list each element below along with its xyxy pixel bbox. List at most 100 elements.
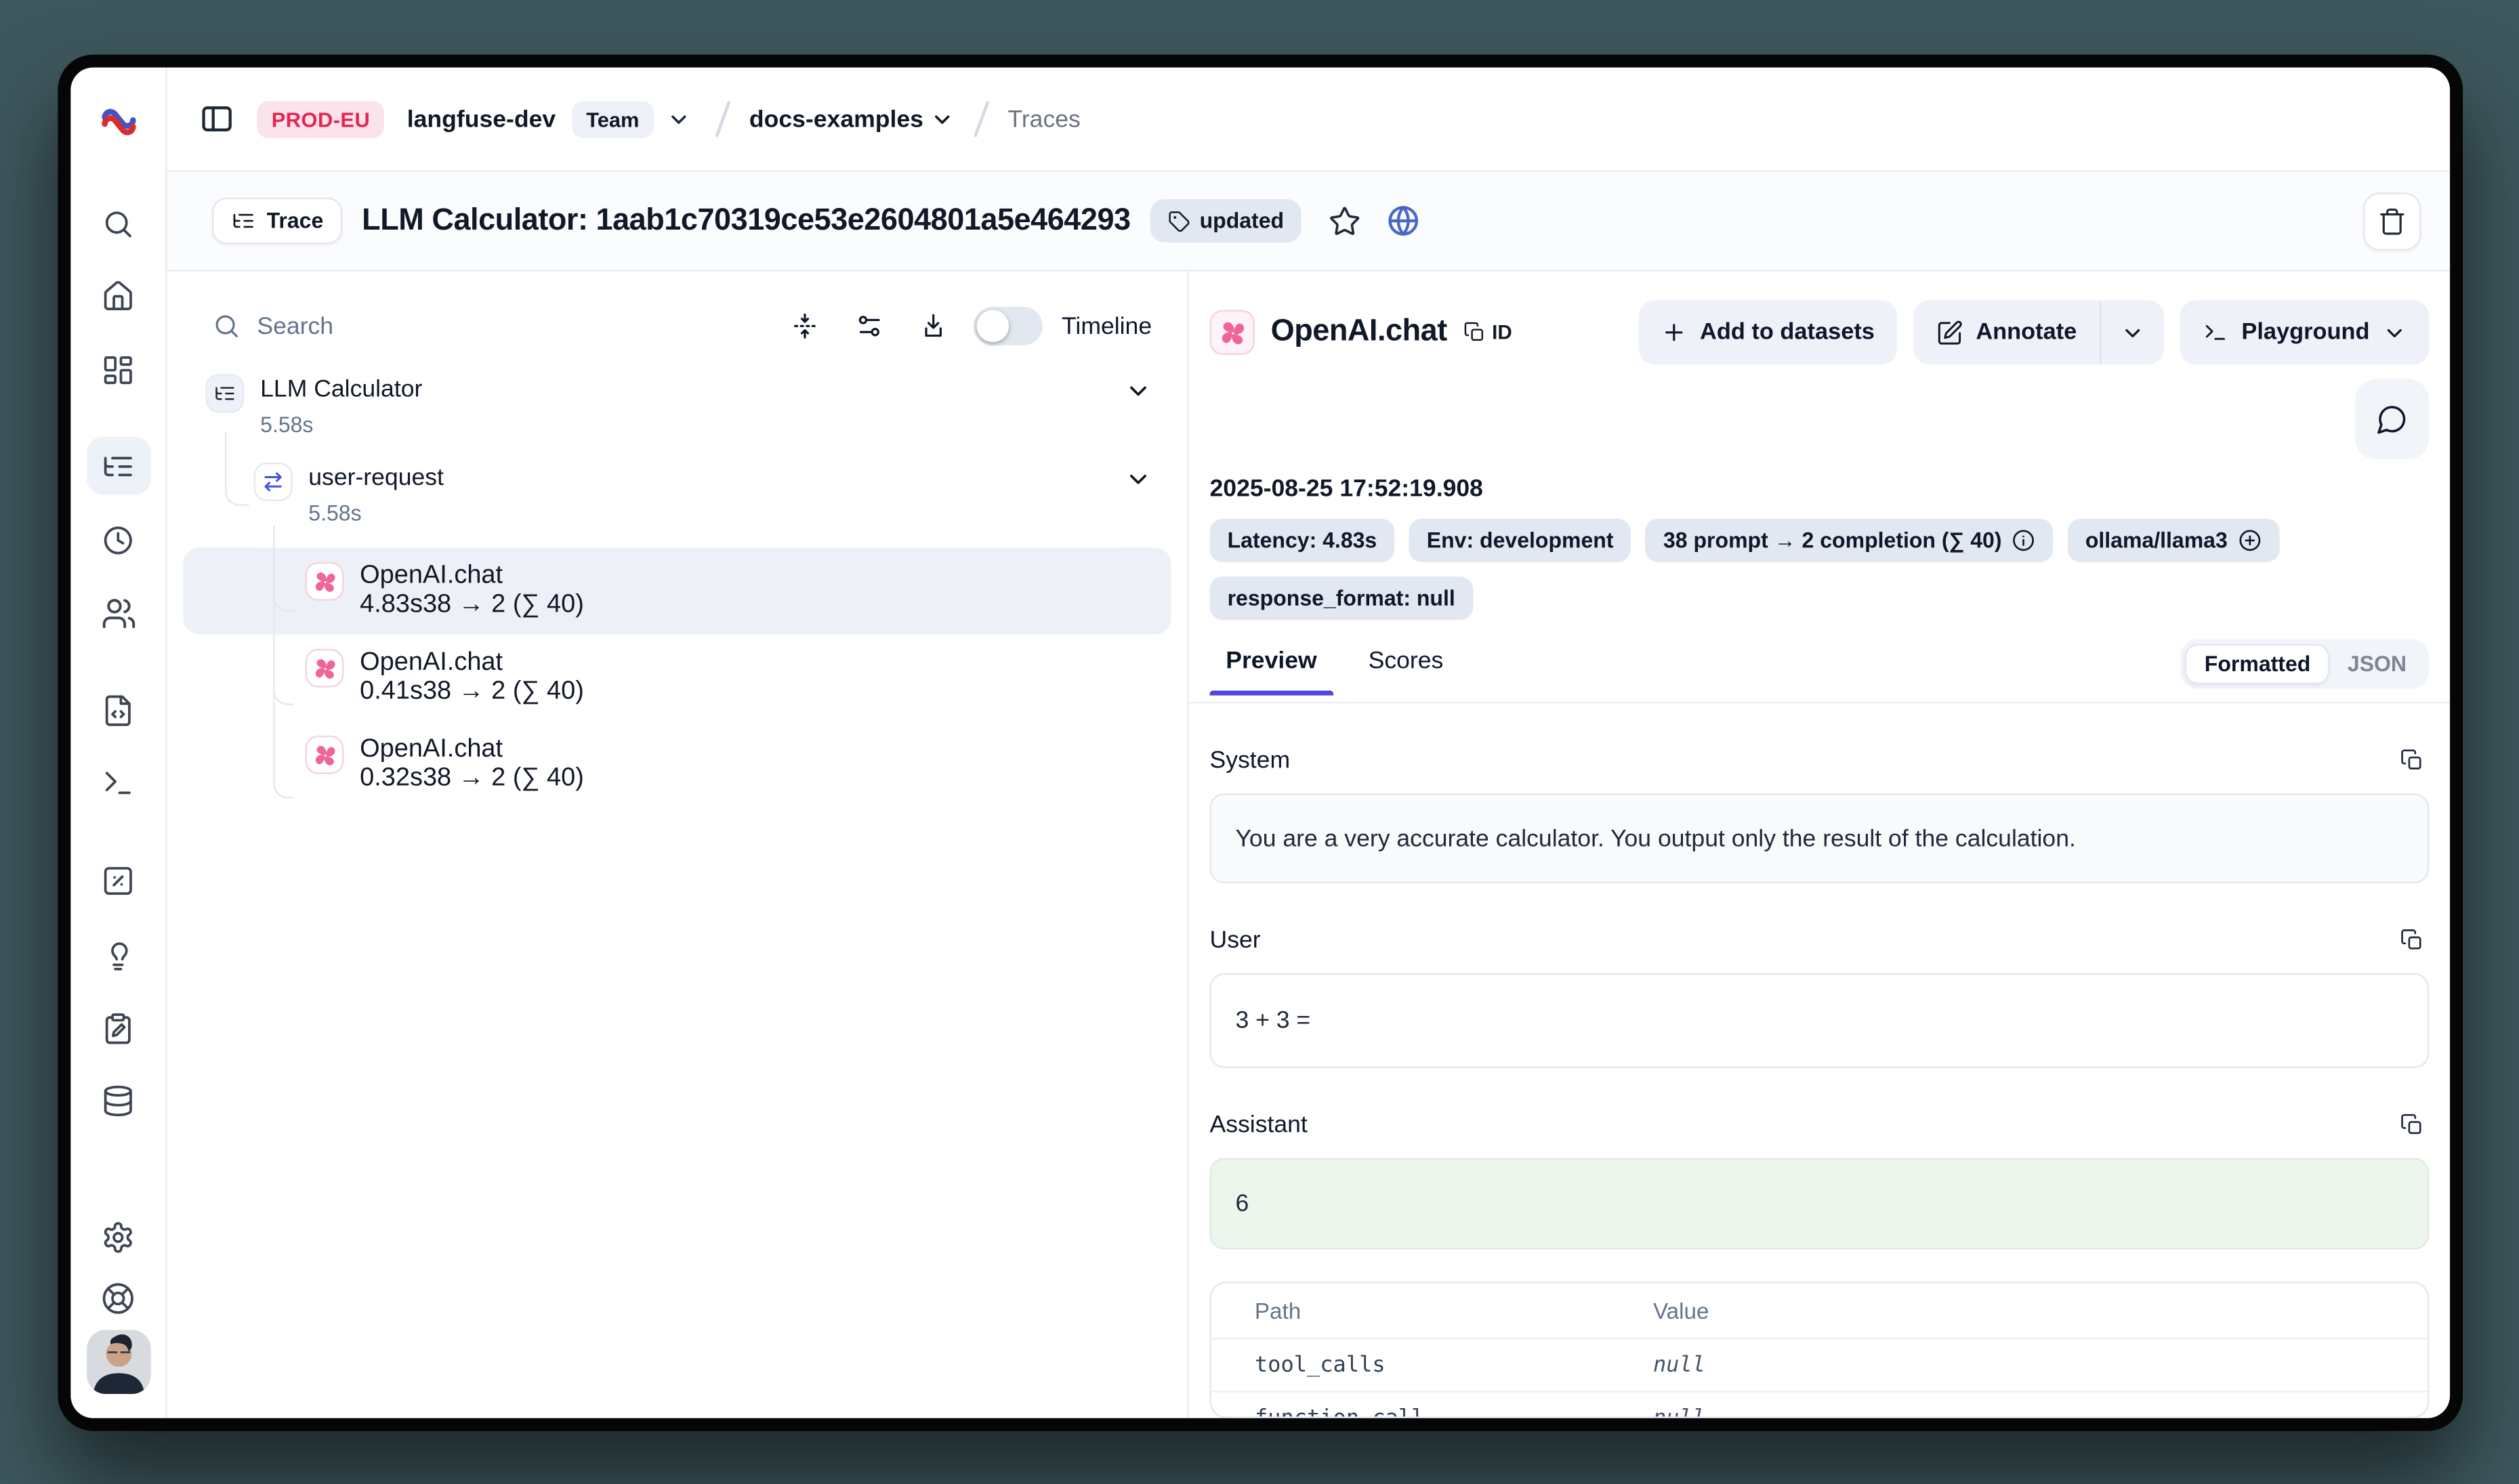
node-label: OpenAI.chat <box>360 562 584 591</box>
trace-node-icon <box>206 374 245 412</box>
main-column: PROD-EU langfuse-dev Team docs-examples … <box>167 68 2450 1418</box>
rail-home-icon[interactable] <box>86 267 150 324</box>
format-toggle-json[interactable]: JSON <box>2330 645 2424 683</box>
rail-support-icon[interactable] <box>86 1269 150 1326</box>
rail-annotation-icon[interactable] <box>86 999 150 1057</box>
system-heading: System <box>1210 746 1291 773</box>
node-tokens: 38 → 2 (∑ 40) <box>423 765 584 792</box>
add-to-datasets-button[interactable]: Add to datasets <box>1639 300 1897 364</box>
rail-evals-icon[interactable] <box>86 851 150 909</box>
screenshot-stage: PROD-EU langfuse-dev Team docs-examples … <box>0 0 2519 1484</box>
latency-badge: Latency: 4.83s <box>1210 519 1395 562</box>
tree-row-generation[interactable]: OpenAI.chat 0.32s38 → 2 (∑ 40) <box>183 721 1171 808</box>
rail-playground-icon[interactable] <box>86 753 150 811</box>
timeline-toggle-label: Timeline <box>1062 312 1152 339</box>
split-content: Timeline LLM Calculator 5.58s <box>167 272 2450 1418</box>
globe-icon[interactable] <box>1379 196 1427 245</box>
rail-prompts-icon[interactable] <box>86 681 150 738</box>
breadcrumb-divider <box>973 100 988 137</box>
rail-settings-icon[interactable] <box>86 1208 150 1265</box>
section-crumb[interactable]: Traces <box>1007 105 1080 132</box>
tree-row-root[interactable]: LLM Calculator 5.58s <box>206 374 1171 440</box>
collapse-chevron-icon[interactable] <box>1125 463 1152 493</box>
table-row: tool_calls null <box>1211 1340 2428 1391</box>
tabs-divider <box>1189 702 2450 703</box>
output-table-header: Path Value <box>1211 1284 2428 1340</box>
model-badge[interactable]: ollama/llama3 <box>2068 519 2279 562</box>
tab-preview[interactable]: Preview <box>1210 648 1333 694</box>
project-name: docs-examples <box>749 105 923 132</box>
copy-assistant-button[interactable] <box>2394 1107 2429 1142</box>
rail-search-icon[interactable] <box>86 194 150 252</box>
org-chevron-down-icon[interactable] <box>663 95 695 143</box>
tag-label: updated <box>1200 209 1284 233</box>
rail-insights-icon[interactable] <box>86 927 150 984</box>
tag-badge[interactable]: updated <box>1150 199 1302 242</box>
rail-dashboard-icon[interactable] <box>86 341 150 398</box>
view-settings-icon[interactable] <box>845 302 893 350</box>
tab-scores[interactable]: Scores <box>1352 648 1459 694</box>
project-crumb[interactable]: docs-examples <box>749 105 954 132</box>
format-toggle-formatted[interactable]: Formatted <box>2185 644 2329 684</box>
breadcrumb: PROD-EU langfuse-dev Team docs-examples … <box>167 68 2450 172</box>
tree-row-span[interactable]: user-request 5.58s <box>254 463 1171 528</box>
environment-badge[interactable]: PROD-EU <box>257 100 384 137</box>
project-chevron-down-icon <box>930 107 954 131</box>
rail-sessions-icon[interactable] <box>86 511 150 568</box>
row-value: null <box>1653 1405 2428 1418</box>
comment-row <box>1210 379 2430 460</box>
token-usage-label: 38 prompt → 2 completion (∑ 40) <box>1663 528 2002 553</box>
assistant-message-section: Assistant 6 <box>1210 1107 2430 1250</box>
openai-node-icon <box>306 562 344 601</box>
system-message: You are a very accurate calculator. You … <box>1210 793 2430 883</box>
annotate-label: Annotate <box>1976 320 2077 345</box>
node-label: OpenAI.chat <box>360 736 584 765</box>
list-tree-icon <box>231 209 255 233</box>
delete-trace-button[interactable] <box>2363 192 2421 249</box>
env-badge: Env: development <box>1409 519 1631 562</box>
rail-users-icon[interactable] <box>86 585 150 642</box>
copy-id-button[interactable]: ID <box>1463 321 1512 343</box>
plus-circle-icon <box>2237 528 2262 553</box>
observation-title: OpenAI.chat <box>1271 315 1447 350</box>
model-label: ollama/llama3 <box>2085 528 2228 553</box>
org-name[interactable]: langfuse-dev <box>407 105 556 132</box>
rail-traces-icon[interactable] <box>86 437 150 494</box>
detail-actions: Add to datasets Annotate <box>1639 300 2429 364</box>
copy-system-button[interactable] <box>2394 742 2429 777</box>
annotate-button[interactable]: Annotate <box>1913 300 2100 364</box>
openai-node-icon <box>306 649 344 687</box>
node-tokens: 38 → 2 (∑ 40) <box>423 591 584 618</box>
format-toggle: Formatted JSON <box>2180 639 2429 690</box>
sidebar-toggle-icon[interactable] <box>193 95 241 143</box>
download-icon[interactable] <box>909 302 957 350</box>
timeline-toggle[interactable] <box>974 307 1043 345</box>
edit-icon <box>1936 319 1963 346</box>
rail-datasets-icon[interactable] <box>86 1072 150 1129</box>
langfuse-logo-icon <box>99 103 138 142</box>
info-icon <box>2012 528 2036 553</box>
tree-row-generation[interactable]: OpenAI.chat 0.41s38 → 2 (∑ 40) <box>183 635 1171 721</box>
token-usage-badge[interactable]: 38 prompt → 2 completion (∑ 40) <box>1646 519 2053 562</box>
trace-type-label: Trace <box>267 209 324 233</box>
tag-icon <box>1167 209 1190 232</box>
column-path: Path <box>1255 1298 1653 1323</box>
copy-user-button[interactable] <box>2394 922 2429 957</box>
playground-button[interactable]: Playground <box>2180 300 2429 364</box>
tree-toolbar: Timeline <box>183 291 1171 361</box>
assistant-heading: Assistant <box>1210 1111 1308 1138</box>
user-message: 3 + 3 = <box>1210 973 2430 1068</box>
tree-row-generation[interactable]: OpenAI.chat 4.83s38 → 2 (∑ 40) <box>183 548 1171 635</box>
collapse-all-icon[interactable] <box>780 302 829 350</box>
node-label: OpenAI.chat <box>360 649 584 678</box>
node-duration: 5.58s <box>308 499 361 528</box>
metadata-badges-row2: response_format: null <box>1210 576 2430 620</box>
collapse-chevron-icon[interactable] <box>1125 374 1152 404</box>
star-icon[interactable] <box>1321 196 1369 245</box>
search-input[interactable] <box>257 312 764 339</box>
comments-button[interactable] <box>2355 379 2429 460</box>
page-title: LLM Calculator: 1aab1c70319ce53e2604801a… <box>362 203 1130 238</box>
row-path: function_call <box>1255 1405 1653 1418</box>
user-avatar[interactable] <box>87 1330 151 1394</box>
annotate-menu-button[interactable] <box>2102 300 2164 364</box>
